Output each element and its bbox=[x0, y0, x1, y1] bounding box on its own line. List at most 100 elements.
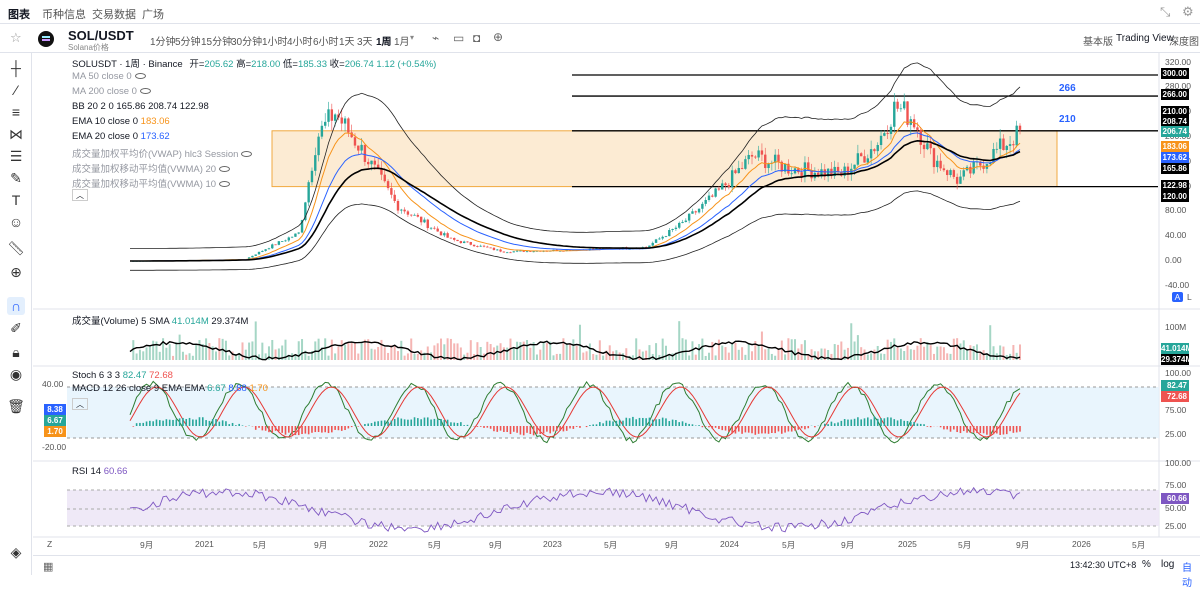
legend-bb[interactable]: BB 20 2 0 165.86 208.74 122.98 bbox=[72, 101, 209, 112]
volume-bar bbox=[953, 339, 955, 360]
legend-ema20[interactable]: EMA 20 close 0 173.62 bbox=[72, 131, 170, 142]
symbol-name[interactable]: SOL/USDT bbox=[68, 28, 134, 43]
calendar-icon[interactable]: ▦ bbox=[43, 560, 53, 573]
volume-bar bbox=[635, 338, 637, 360]
trash-icon[interactable]: 🗑︎ bbox=[7, 397, 25, 415]
camera-icon[interactable]: ◘ bbox=[473, 31, 480, 45]
tab-coin-info[interactable]: 币种信息 bbox=[42, 6, 86, 22]
crosshair-icon[interactable]: ┼ bbox=[7, 59, 25, 77]
tab-chart[interactable]: 图表 bbox=[8, 6, 30, 22]
candle-body bbox=[331, 109, 333, 120]
eye-icon[interactable]: ◉ bbox=[7, 365, 25, 383]
legend-rsi[interactable]: RSI 14 60.66 bbox=[72, 466, 127, 477]
legend-volume[interactable]: 成交量(Volume) 5 SMA 41.014M 29.374M bbox=[72, 313, 248, 327]
tab-trade-data[interactable]: 交易数据 bbox=[92, 6, 136, 22]
candle-body bbox=[655, 239, 657, 243]
legend-ema10[interactable]: EMA 10 close 0 183.06 bbox=[72, 116, 170, 127]
hidden-eye-icon[interactable] bbox=[219, 166, 230, 172]
hidden-eye-icon[interactable] bbox=[140, 88, 151, 94]
hidden-eye-icon[interactable] bbox=[219, 181, 230, 187]
macd-hist-bar bbox=[397, 417, 399, 426]
auto-toggle[interactable]: 自动 bbox=[1182, 559, 1200, 589]
legend-vwma10[interactable]: 成交量加权移动平均值(VWMA) 10 bbox=[72, 176, 230, 190]
time-axis-label: 5月 bbox=[1132, 539, 1145, 551]
rsi-badge: 60.66 bbox=[1161, 493, 1189, 504]
time-axis-label: 9月 bbox=[314, 539, 327, 551]
interval-1d[interactable]: 1天 bbox=[339, 33, 355, 48]
time-axis-label: 2026 bbox=[1072, 539, 1091, 549]
interval-5m[interactable]: 5分钟 bbox=[175, 33, 201, 48]
stoch-axis-label: 25.00 bbox=[1165, 429, 1186, 439]
hidden-eye-icon[interactable] bbox=[241, 151, 252, 157]
horizontal-lines-icon[interactable]: ≡ bbox=[7, 103, 25, 121]
candle-body bbox=[996, 149, 998, 150]
macd-hist-bar bbox=[162, 421, 164, 426]
scale-log-button[interactable]: L bbox=[1187, 292, 1192, 302]
ruler-icon[interactable]: 📏︎ bbox=[7, 239, 25, 257]
z-icon[interactable]: Z bbox=[47, 539, 52, 549]
zoom-icon[interactable]: ⊕ bbox=[7, 263, 25, 281]
star-icon[interactable]: ☆ bbox=[10, 30, 22, 46]
macd-hist-bar bbox=[1013, 426, 1015, 433]
hidden-eye-icon[interactable] bbox=[135, 73, 146, 79]
interval-1h[interactable]: 1小时 bbox=[262, 33, 288, 48]
volume-bar bbox=[685, 340, 687, 360]
emoji-icon[interactable]: ☺ bbox=[7, 213, 25, 231]
fib-icon[interactable]: ☰ bbox=[7, 147, 25, 165]
interval-4h[interactable]: 4小时 bbox=[287, 33, 313, 48]
settings-icon[interactable]: ⚙ bbox=[1182, 4, 1194, 20]
template-icon[interactable]: ▭ bbox=[453, 31, 464, 45]
collapse-legend-button[interactable]: ︿ bbox=[72, 189, 88, 201]
interval-1m[interactable]: 1分钟 bbox=[150, 33, 176, 48]
scale-auto-button[interactable]: A bbox=[1172, 292, 1183, 302]
legend-macd[interactable]: MACD 12 26 close 9 EMA EMA 6.67 8.88 1.7… bbox=[72, 383, 268, 394]
interval-3d[interactable]: 3天 bbox=[357, 33, 373, 48]
tab-square[interactable]: 广场 bbox=[142, 6, 164, 22]
legend-ma200[interactable]: MA 200 close 0 bbox=[72, 86, 151, 97]
add-indicator-icon[interactable]: ⊕ bbox=[493, 30, 503, 44]
magnet-icon[interactable]: ∩ bbox=[7, 297, 25, 315]
collapse-icon[interactable]: ⤡ bbox=[1160, 4, 1170, 20]
view-basic[interactable]: 基本版 bbox=[1083, 33, 1113, 48]
legend-vwma20[interactable]: 成交量加权移动平均值(VWMA) 20 bbox=[72, 161, 230, 175]
view-tradingview[interactable]: Trading View bbox=[1116, 33, 1174, 44]
legend-ma50[interactable]: MA 50 close 0 bbox=[72, 71, 146, 82]
lock-drawing-icon[interactable]: ✐ bbox=[7, 319, 25, 337]
interval-6h[interactable]: 6小时 bbox=[313, 33, 339, 48]
price-axis-label: 80.00 bbox=[1165, 205, 1186, 215]
macd-hist-bar bbox=[751, 426, 753, 433]
volume-bar bbox=[622, 353, 624, 360]
interval-1w[interactable]: 1周 bbox=[376, 33, 392, 48]
log-toggle[interactable]: log bbox=[1161, 559, 1174, 570]
candle-body bbox=[264, 249, 266, 251]
candle-body bbox=[427, 220, 429, 228]
view-depth[interactable]: 深度图 bbox=[1169, 33, 1199, 48]
legend-stoch-k: 82.47 bbox=[123, 370, 147, 381]
trendline-icon[interactable]: ⁄ bbox=[7, 81, 25, 99]
volume-bar bbox=[854, 342, 856, 360]
macd-hist-bar bbox=[493, 426, 495, 431]
time-axis-label: 5月 bbox=[604, 539, 617, 551]
legend-vwap[interactable]: 成交量加权平均价(VWAP) hlc3 Session bbox=[72, 146, 252, 160]
chart-canvas[interactable] bbox=[33, 53, 1200, 555]
interval-30m[interactable]: 30分钟 bbox=[231, 33, 262, 48]
volume-bar bbox=[470, 340, 472, 360]
macd-hist-bar bbox=[503, 426, 505, 432]
interval-dropdown-icon[interactable]: ▾ bbox=[410, 33, 414, 42]
legend-stoch[interactable]: Stoch 6 3 3 82.47 72.68 bbox=[72, 370, 173, 381]
pattern-icon[interactable]: ⋈ bbox=[7, 125, 25, 143]
lock-icon[interactable]: 🔒︎ bbox=[7, 343, 25, 361]
volume-bar bbox=[758, 345, 760, 360]
macd-hist-bar bbox=[675, 420, 677, 426]
layers-icon[interactable]: ◈ bbox=[7, 543, 25, 561]
indicator-chart-icon[interactable]: ⌁ bbox=[432, 31, 439, 45]
macd-hist-bar bbox=[890, 418, 892, 426]
text-icon[interactable]: T bbox=[7, 191, 25, 209]
volume-bar bbox=[579, 325, 581, 360]
interval-1mo[interactable]: 1月 bbox=[394, 33, 410, 48]
interval-15m[interactable]: 15分钟 bbox=[201, 33, 232, 48]
percent-toggle[interactable]: % bbox=[1142, 559, 1151, 570]
collapse-macd-button[interactable]: ︿ bbox=[72, 398, 88, 410]
volume-bar bbox=[682, 338, 684, 360]
brush-icon[interactable]: ✎ bbox=[7, 169, 25, 187]
